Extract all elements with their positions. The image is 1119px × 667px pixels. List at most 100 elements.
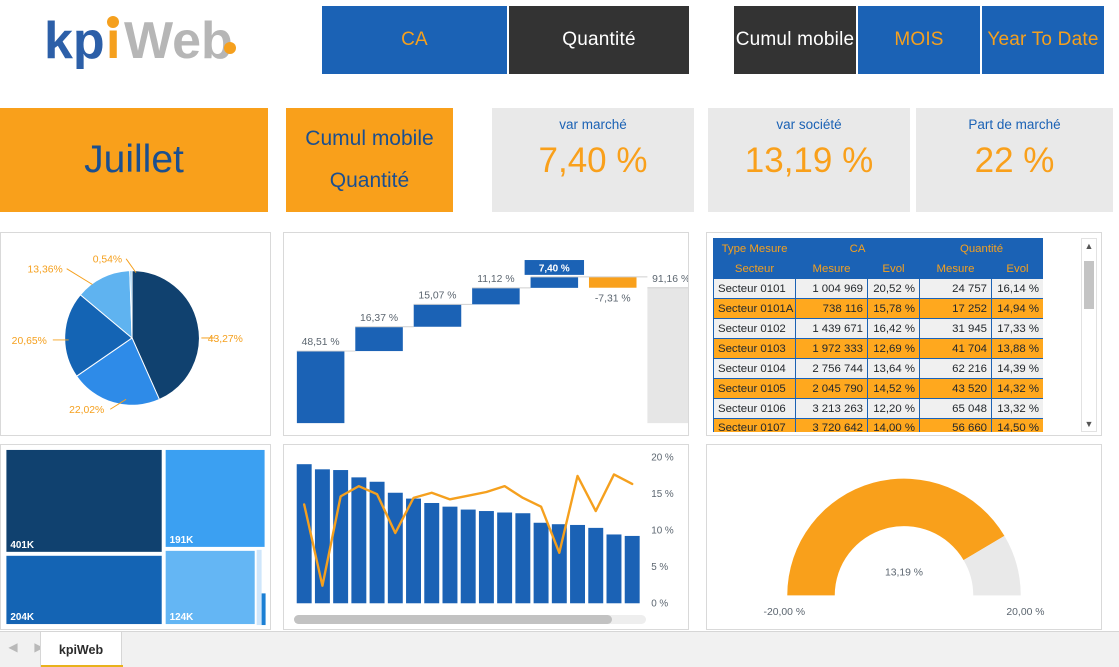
th-secteur[interactable]: Secteur xyxy=(713,258,796,279)
treemap-panel[interactable]: 401K 204K 191K 124K xyxy=(0,444,271,630)
ca-evol: 14,52 % xyxy=(866,378,921,399)
waterfall-bar[interactable] xyxy=(530,276,579,288)
combo-bar[interactable] xyxy=(533,522,549,604)
combo-bar[interactable] xyxy=(497,512,513,604)
waterfall-bar[interactable] xyxy=(472,287,520,305)
chart-label: 15,07 % xyxy=(418,290,456,301)
ca-mesure: 2 756 744 xyxy=(795,358,868,379)
scroll-up-icon[interactable]: ▲ xyxy=(1082,239,1096,253)
waterfall-bar[interactable] xyxy=(355,326,403,352)
nav-button-ca[interactable]: CA xyxy=(322,6,507,74)
ca-evol: 20,52 % xyxy=(866,278,921,299)
chart-label: 11,12 % xyxy=(477,274,514,285)
table-row[interactable]: Secteur 0106 3 213 263 12,20 % 65 048 13,32 … xyxy=(713,398,1043,419)
gauge-chart[interactable]: 13,19 % -20,00 % 20,00 % xyxy=(707,445,1101,629)
kpi-value: 13,19 % xyxy=(744,141,874,180)
tab-prev-icon[interactable]: ◀ xyxy=(6,640,20,654)
treemap-sliver xyxy=(256,549,262,626)
combo-bar[interactable] xyxy=(442,506,458,604)
combo-bar[interactable] xyxy=(551,524,567,604)
th-quantite[interactable]: Quantité xyxy=(919,238,1043,259)
treemap-sliver-2 xyxy=(261,593,266,626)
scrollbar-thumb[interactable] xyxy=(294,615,612,624)
kpi-caption: Part de marché xyxy=(968,117,1061,132)
table-row[interactable]: Secteur 0104 2 756 744 13,64 % 62 216 14,39 … xyxy=(713,358,1043,379)
nav-button-cumul-mobile[interactable]: Cumul mobile xyxy=(734,6,856,74)
sector-table-panel[interactable]: Type Mesure CA Quantité Secteur Mesure E… xyxy=(706,232,1102,436)
ca-mesure: 2 045 790 xyxy=(795,378,868,399)
combo-bar[interactable] xyxy=(570,524,586,604)
kpi-card-var-societe[interactable]: var société 13,19 % xyxy=(708,108,910,212)
kpi-card-part-de-marche[interactable]: Part de marché 22 % xyxy=(916,108,1113,212)
month-card[interactable]: Juillet xyxy=(0,108,268,212)
sector-table-scroll-area[interactable]: Type Mesure CA Quantité Secteur Mesure E… xyxy=(713,238,1043,432)
nav-button-year-to-date[interactable]: Year To Date xyxy=(982,6,1104,74)
pie-chart-panel[interactable]: 43,27% 22,02% 20,65% 13,36% 0,54% xyxy=(0,232,271,436)
scrollbar-thumb[interactable] xyxy=(1084,261,1094,309)
table-row[interactable]: Secteur 0101A 738 116 15,78 % 17 252 14,94 % xyxy=(713,298,1043,319)
table-row[interactable]: Secteur 0102 1 439 671 16,42 % 31 945 17,33 … xyxy=(713,318,1043,339)
table-row[interactable]: Secteur 0101 1 004 969 20,52 % 24 757 16,14 … xyxy=(713,278,1043,299)
combo-bar[interactable] xyxy=(515,513,531,604)
combo-bar[interactable] xyxy=(478,511,494,604)
sheet-tab-label: kpiWeb xyxy=(58,643,104,657)
context-card[interactable]: Cumul mobile Quantité xyxy=(286,108,453,212)
th-type-mesure[interactable]: Type Mesure xyxy=(713,238,796,259)
combo-bar[interactable] xyxy=(606,534,622,604)
context-line-2: Quantité xyxy=(329,169,410,192)
chart-label: 48,51 % xyxy=(302,337,340,348)
pie-chart[interactable]: 43,27% 22,02% 20,65% 13,36% 0,54% xyxy=(1,233,270,435)
gauge-max-label: 20,00 % xyxy=(1006,607,1044,618)
treemap-tile[interactable] xyxy=(4,447,164,554)
qt-mesure: 17 252 xyxy=(919,298,993,319)
combo-bar[interactable] xyxy=(424,502,440,604)
app-header: kp i Web CA Quantité Cumul mobile MOIS Y… xyxy=(0,0,1119,84)
th-ca-mesure[interactable]: Mesure xyxy=(795,258,868,279)
gauge-panel[interactable]: 13,19 % -20,00 % 20,00 % xyxy=(706,444,1102,630)
combo-bar[interactable] xyxy=(624,535,640,604)
combo-bar[interactable] xyxy=(369,481,385,604)
combo-bar-line-chart[interactable]: 0 % 5 % 10 % 15 % 20 % xyxy=(284,445,688,629)
nav-button-mois[interactable]: MOIS xyxy=(858,6,980,74)
combo-bar[interactable] xyxy=(460,509,476,604)
qt-mesure: 31 945 xyxy=(919,318,993,339)
kpi-card-var-marche[interactable]: var marché 7,40 % xyxy=(492,108,694,212)
combo-horizontal-scrollbar[interactable] xyxy=(294,615,646,624)
table-row[interactable]: Secteur 0107 3 720 642 14,00 % 56 660 14,50 … xyxy=(713,418,1043,432)
th-ca-evol[interactable]: Evol xyxy=(866,258,921,279)
table-vertical-scrollbar[interactable]: ▲ ▼ xyxy=(1081,238,1097,432)
chart-label: 43,27% xyxy=(208,334,243,345)
chart-label: 20 % xyxy=(651,452,674,463)
waterfall-bar[interactable] xyxy=(413,304,462,327)
combo-bar[interactable] xyxy=(333,470,349,604)
combo-bar[interactable] xyxy=(406,498,421,604)
combo-bar[interactable] xyxy=(296,464,312,604)
nav-button-quantite[interactable]: Quantité xyxy=(509,6,689,74)
waterfall-bar[interactable] xyxy=(647,287,688,424)
sheet-tab-kpiweb[interactable]: kpiWeb xyxy=(40,632,123,667)
combo-bar[interactable] xyxy=(351,477,367,604)
waterfall-chart[interactable]: 48,51 % 16,37 % 15,07 % 11,12 % 7,40 % -7,31 … xyxy=(284,233,688,435)
th-qt-mesure[interactable]: Mesure xyxy=(919,258,993,279)
treemap-chart[interactable]: 401K 204K 191K 124K xyxy=(1,445,270,629)
table-header: Type Mesure CA Quantité Secteur Mesure E… xyxy=(713,238,1043,279)
waterfall-bar[interactable] xyxy=(588,276,637,288)
sector-table: Type Mesure CA Quantité Secteur Mesure E… xyxy=(713,238,1043,432)
combo-bar[interactable] xyxy=(588,527,604,604)
table-row[interactable]: Secteur 0103 1 972 333 12,69 % 41 704 13,88 … xyxy=(713,338,1043,359)
qt-mesure: 41 704 xyxy=(919,338,993,359)
chart-label: 0,54% xyxy=(93,255,122,266)
scroll-down-icon[interactable]: ▼ xyxy=(1082,417,1096,431)
chart-label: 0 % xyxy=(651,599,668,610)
treemap-tile[interactable] xyxy=(163,447,267,549)
waterfall-chart-panel[interactable]: 48,51 % 16,37 % 15,07 % 11,12 % 7,40 % -7,31 … xyxy=(283,232,689,436)
th-ca[interactable]: CA xyxy=(794,238,921,259)
kpi-caption: var société xyxy=(776,117,842,132)
waterfall-bar[interactable] xyxy=(296,351,345,424)
th-qt-evol[interactable]: Evol xyxy=(991,258,1043,279)
context-line-1: Cumul mobile xyxy=(305,127,434,150)
combo-chart-panel[interactable]: 0 % 5 % 10 % 15 % 20 % xyxy=(283,444,689,630)
combo-bar[interactable] xyxy=(387,492,403,604)
table-row[interactable]: Secteur 0105 2 045 790 14,52 % 43 520 14,32 … xyxy=(713,378,1043,399)
treemap-tile-label: 191K xyxy=(170,535,195,546)
